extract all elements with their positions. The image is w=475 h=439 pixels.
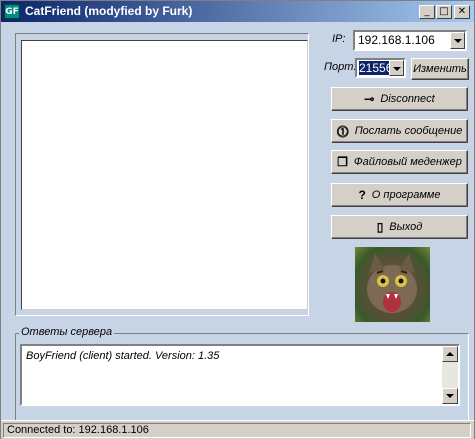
file-manager-button[interactable]: ❐ Файловый меденжер	[331, 150, 468, 174]
alert-icon: ⓵	[336, 124, 349, 139]
window-title: CatFriend (modyfied by Furk)	[25, 4, 193, 18]
server-responses-label: Ответы сервера	[19, 326, 115, 338]
memo-scrollbar[interactable]	[442, 346, 458, 404]
port-label: Порт:	[324, 61, 357, 73]
maximize-button[interactable]: □	[436, 5, 452, 19]
exit-button[interactable]: ▯ Выход	[331, 215, 468, 239]
scroll-down-button[interactable]	[442, 388, 458, 404]
windows-icon: ❐	[337, 155, 348, 169]
exit-label: Выход	[389, 221, 423, 233]
change-port-label: Изменить	[413, 63, 467, 75]
plug-icon: ⊸	[364, 92, 375, 106]
send-message-label: Послать сообщение	[354, 125, 463, 137]
about-button[interactable]: ? О программе	[331, 183, 468, 207]
port-combobox[interactable]: 21556	[355, 58, 406, 78]
ip-label: IP:	[332, 33, 346, 45]
chevron-down-icon[interactable]	[450, 32, 465, 49]
main-display-area[interactable]	[21, 40, 308, 310]
app-icon: GF	[4, 4, 20, 19]
chevron-up-icon	[446, 352, 454, 356]
minimize-button[interactable]: _	[419, 5, 435, 19]
chevron-down-icon	[446, 394, 454, 398]
app-window: GF CatFriend (modyfied by Furk) _ □ ✕ IP…	[0, 0, 475, 439]
disconnect-label: Disconnect	[380, 93, 435, 105]
cat-image	[367, 253, 417, 313]
about-label: О программе	[371, 189, 441, 201]
chevron-down-icon[interactable]	[389, 60, 404, 76]
disconnect-button[interactable]: ⊸ Disconnect	[331, 87, 468, 111]
client-area: IP: 192.168.1.106 Порт: 21556 Изменить ⊸…	[1, 22, 474, 421]
file-manager-label: Файловый меденжер	[353, 156, 462, 168]
server-responses-memo[interactable]: BoyFriend (client) started. Version: 1.3…	[20, 344, 460, 406]
port-value: 21556	[359, 61, 389, 75]
title-bar[interactable]: GF CatFriend (modyfied by Furk) _ □ ✕	[1, 1, 474, 22]
ip-value: 192.168.1.106	[358, 33, 435, 47]
close-button[interactable]: ✕	[454, 5, 470, 19]
status-text: Connected to: 192.168.1.106	[3, 423, 471, 438]
change-port-button[interactable]: Изменить	[411, 58, 469, 80]
ip-combobox[interactable]: 192.168.1.106	[353, 30, 467, 51]
cat-photo	[355, 247, 430, 322]
scroll-up-button[interactable]	[442, 346, 458, 362]
door-icon: ▯	[376, 220, 384, 234]
send-message-button[interactable]: ⓵ Послать сообщение	[331, 119, 468, 143]
server-response-text: BoyFriend (client) started. Version: 1.3…	[26, 350, 220, 362]
status-bar: Connected to: 192.168.1.106	[1, 420, 474, 439]
question-icon: ?	[358, 188, 366, 202]
